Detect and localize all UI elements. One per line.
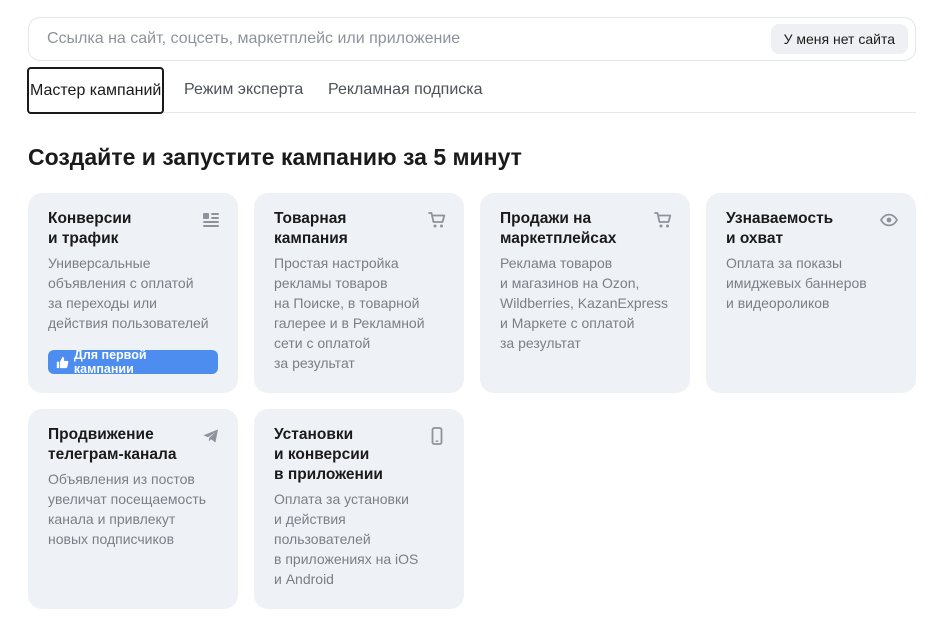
card-description: Простая настройка рекламы товаров на Пои…	[274, 255, 425, 371]
card-title: Продажи на маркетплейсах	[500, 210, 617, 247]
first-campaign-badge: Для первой кампании	[48, 348, 218, 376]
search-bar: У меня нет сайта	[28, 17, 916, 61]
tab-expert-mode[interactable]: Режим эксперта	[184, 67, 303, 113]
phone-icon	[431, 427, 443, 445]
list-icon	[203, 213, 219, 227]
campaign-card-conversions-traffic[interactable]: Конверсии и трафик Универсальные объявле…	[28, 193, 238, 393]
card-title: Конверсии и трафик	[48, 210, 132, 247]
card-title: Товарная кампания	[274, 210, 348, 247]
campaign-card-awareness-reach[interactable]: Узнаваемость и охват Оплата за показы им…	[706, 193, 916, 393]
tab-ad-subscription[interactable]: Рекламная подписка	[328, 67, 483, 113]
cart-icon	[428, 212, 446, 228]
card-title: Установки и конверсии в приложении	[274, 426, 383, 483]
tab-campaign-wizard[interactable]: Мастер кампаний	[27, 67, 165, 114]
eye-icon	[880, 213, 898, 227]
cart-icon	[654, 212, 672, 228]
site-link-input[interactable]	[47, 18, 747, 60]
card-description: Универсальные объявления с оплатой за пе…	[48, 255, 209, 331]
card-title: Узнаваемость и охват	[726, 210, 834, 247]
thumbs-up-icon	[56, 356, 69, 368]
page-title: Создайте и запустите кампанию за 5 минут	[28, 144, 522, 170]
campaign-card-marketplaces[interactable]: Продажи на маркетплейсах Реклама товаров…	[480, 193, 690, 393]
campaign-card-telegram-channel[interactable]: Продвижение телеграм-канала Объявления и…	[28, 409, 238, 609]
campaign-mode-tabs: Мастер кампаний Режим эксперта Рекламная…	[27, 67, 916, 114]
no-site-button[interactable]: У меня нет сайта	[770, 24, 908, 54]
card-title: Продвижение телеграм-канала	[48, 426, 177, 463]
telegram-icon	[203, 429, 218, 443]
campaign-card-app-installs[interactable]: Установки и конверсии в приложении Оплат…	[254, 409, 464, 609]
card-description: Реклама товаров и магазинов на Ozon, Wil…	[500, 255, 669, 351]
campaign-card-product[interactable]: Товарная кампания Простая настройка рекл…	[254, 193, 464, 393]
card-description: Объявления из постов увеличат посещаемос…	[48, 471, 207, 547]
card-description: Оплата за установки и действия пользоват…	[274, 491, 419, 587]
badge-label: Для первой кампании	[73, 348, 147, 376]
card-description: Оплата за показы имиджевых баннеров и ви…	[726, 255, 867, 311]
